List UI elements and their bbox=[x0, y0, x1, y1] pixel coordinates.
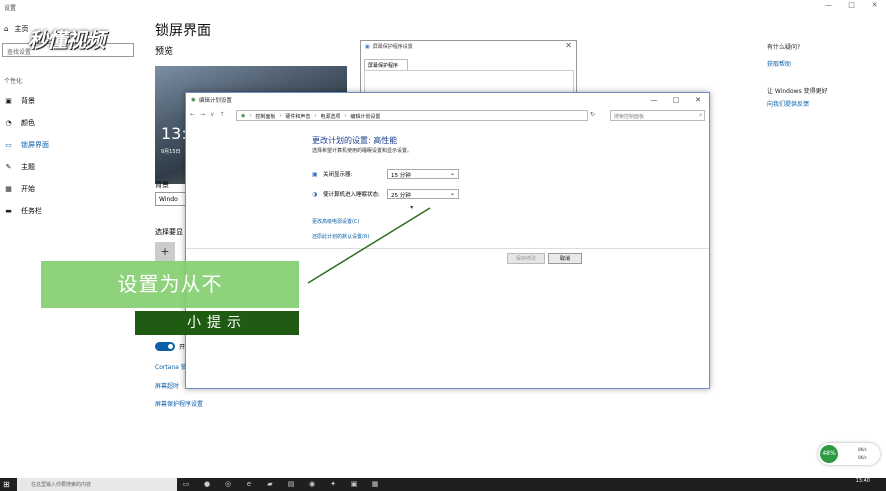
windows-start-icon[interactable]: ⊞ bbox=[3, 480, 12, 489]
chat-icon[interactable]: ◉ bbox=[306, 479, 318, 490]
tip-label: 小提示 bbox=[135, 311, 299, 335]
folder-icon[interactable]: ▰ bbox=[264, 479, 276, 490]
app-icon[interactable]: ✦ bbox=[327, 479, 339, 490]
browser-icon[interactable]: ◎ bbox=[222, 479, 234, 490]
mouse-cursor-icon bbox=[410, 206, 413, 209]
watermark-logo: 秒懂视频 bbox=[28, 28, 105, 52]
control-panel-icon[interactable]: ▦ bbox=[369, 479, 381, 490]
store-icon[interactable]: ▤ bbox=[285, 479, 297, 490]
taskbar-search-input[interactable]: 在这里输入你要搜索的内容 bbox=[17, 478, 177, 491]
task-view-icon[interactable]: ▭ bbox=[180, 479, 192, 490]
edge-icon[interactable]: e bbox=[243, 479, 255, 490]
network-percent: 48% bbox=[820, 445, 838, 463]
network-speed-widget[interactable]: 48% 0K/s 0K/s bbox=[818, 443, 880, 465]
tip-banner: 设置为从不 bbox=[41, 261, 299, 308]
taskbar-apps: ▭ ● ◎ e ▰ ▤ ◉ ✦ ▣ ▦ bbox=[180, 479, 381, 490]
download-speed: 0K/s bbox=[858, 455, 867, 460]
annotation-line bbox=[307, 206, 431, 284]
taskbar: ⊞ 在这里输入你要搜索的内容 ▭ ● ◎ e ▰ ▤ ◉ ✦ ▣ ▦ 13:40 bbox=[0, 478, 886, 491]
app-icon[interactable]: ▣ bbox=[348, 479, 360, 490]
upload-speed: 0K/s bbox=[858, 447, 867, 452]
taskbar-clock[interactable]: 13:40 bbox=[856, 478, 870, 484]
app-icon[interactable]: ● bbox=[201, 479, 213, 490]
